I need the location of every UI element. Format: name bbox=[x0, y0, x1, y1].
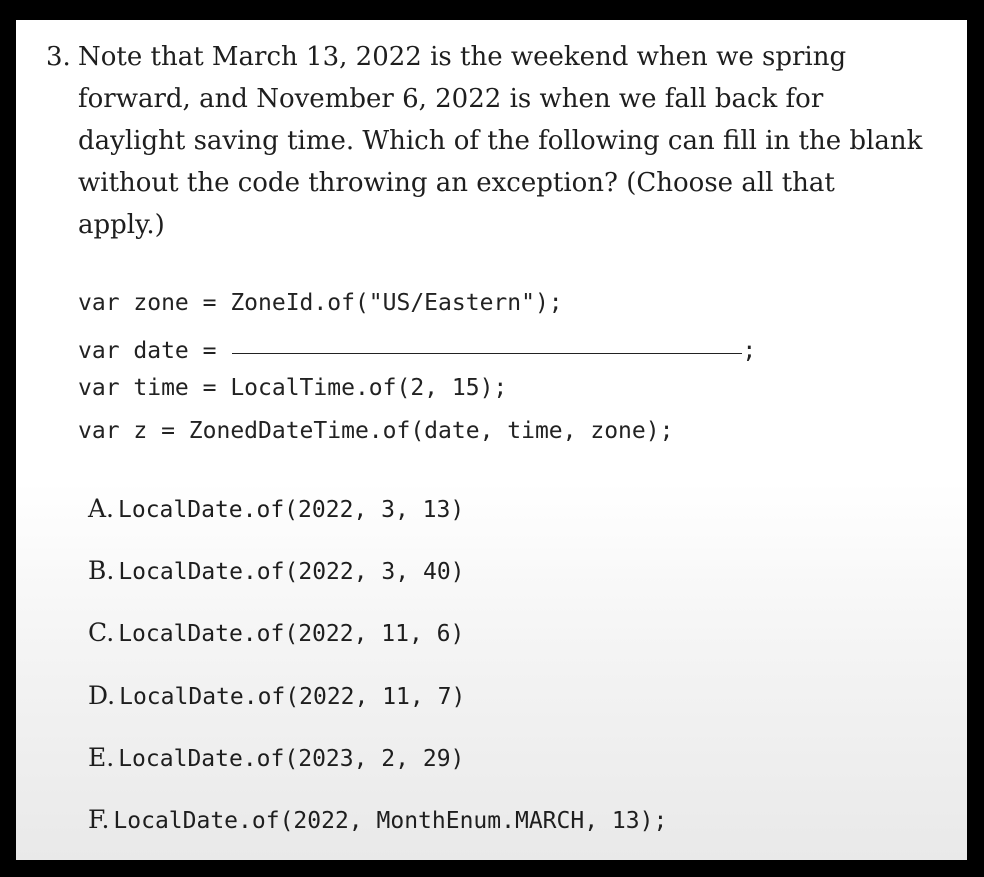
option-letter: C. bbox=[88, 618, 115, 648]
option-c[interactable]: C. LocalDate.of(2022, 11, 6) bbox=[88, 608, 667, 670]
option-code: LocalDate.of(2023, 2, 29) bbox=[118, 745, 465, 772]
option-code: LocalDate.of(2022, 11, 6) bbox=[118, 621, 465, 648]
code-line-time: var time = LocalTime.of(2, 15); bbox=[78, 375, 508, 401]
question-number: 3. bbox=[46, 42, 71, 72]
option-e[interactable]: E. LocalDate.of(2023, 2, 29) bbox=[88, 733, 667, 795]
question-text: Note that March 13, 2022 is the weekend … bbox=[78, 42, 923, 240]
code-date-prefix: var date = bbox=[78, 337, 231, 364]
option-a[interactable]: A. LocalDate.of(2022, 3, 13) bbox=[88, 484, 667, 546]
option-code: LocalDate.of(2022, 3, 40) bbox=[118, 559, 465, 586]
option-letter: F. bbox=[88, 804, 110, 834]
code-date-suffix: ; bbox=[742, 337, 757, 364]
code-line-date: var date = ; bbox=[78, 325, 756, 368]
option-code: LocalDate.of(2022, MonthEnum.MARCH, 13); bbox=[113, 807, 668, 834]
question-block: 3. Note that March 13, 2022 is the weeke… bbox=[46, 36, 926, 246]
question-page: 3. Note that March 13, 2022 is the weeke… bbox=[16, 20, 967, 860]
answer-options: A. LocalDate.of(2022, 3, 13) B. LocalDate.… bbox=[88, 484, 667, 857]
option-letter: E. bbox=[88, 742, 115, 772]
fill-in-blank bbox=[232, 325, 743, 354]
code-line-zoned: var z = ZonedDateTime.of(date, time, zon… bbox=[78, 417, 674, 444]
option-code: LocalDate.of(2022, 11, 7) bbox=[119, 683, 466, 710]
option-b[interactable]: B. LocalDate.of(2022, 3, 40) bbox=[88, 546, 667, 608]
option-letter: A. bbox=[88, 494, 115, 523]
option-letter: B. bbox=[88, 556, 115, 586]
code-block: var zone = ZoneId.of("US/Eastern"); var … bbox=[78, 282, 756, 452]
option-code: LocalDate.of(2022, 3, 13) bbox=[118, 497, 465, 523]
option-d[interactable]: D. LocalDate.of(2022, 11, 7) bbox=[88, 671, 667, 733]
option-letter: D. bbox=[88, 680, 116, 710]
code-line-zone: var zone = ZoneId.of("US/Eastern"); bbox=[78, 290, 563, 316]
option-f[interactable]: F. LocalDate.of(2022, MonthEnum.MARCH, 13… bbox=[88, 795, 667, 857]
